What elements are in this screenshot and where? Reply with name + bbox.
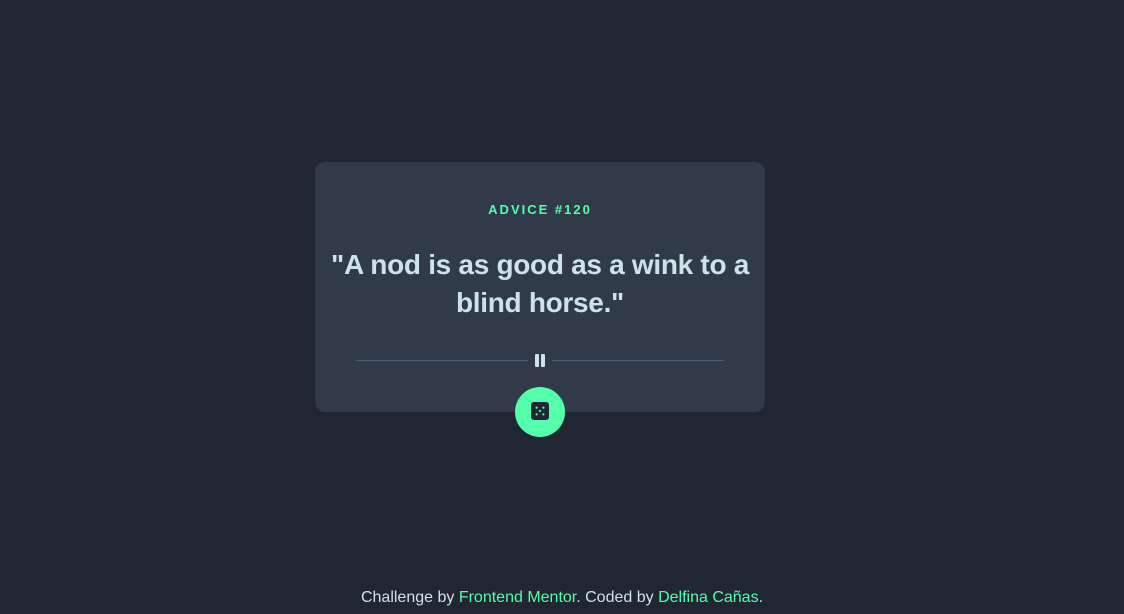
attribution-suffix: . (758, 589, 764, 606)
advice-id: ADVICE #120 (488, 202, 592, 217)
attribution-prefix: Challenge by (360, 589, 455, 606)
author-link[interactable]: Delfina Cañas (658, 589, 759, 606)
frontend-mentor-link[interactable]: Frontend Mentor (459, 589, 576, 606)
divider-line-right (552, 360, 724, 361)
attribution-coded-by: . Coded by (576, 589, 654, 606)
pause-icon (533, 354, 547, 367)
generate-advice-button[interactable] (515, 387, 565, 437)
page: ADVICE #120 "A nod is as good as a wink … (0, 0, 1124, 614)
divider-line-left (356, 360, 528, 361)
attribution: Challenge by Frontend Mentor. Coded by D… (0, 589, 1124, 607)
advice-card: ADVICE #120 "A nod is as good as a wink … (315, 162, 765, 412)
divider (356, 352, 724, 368)
dice-icon (531, 402, 549, 420)
advice-quote: "A nod is as good as a wink to a blind h… (330, 249, 750, 318)
